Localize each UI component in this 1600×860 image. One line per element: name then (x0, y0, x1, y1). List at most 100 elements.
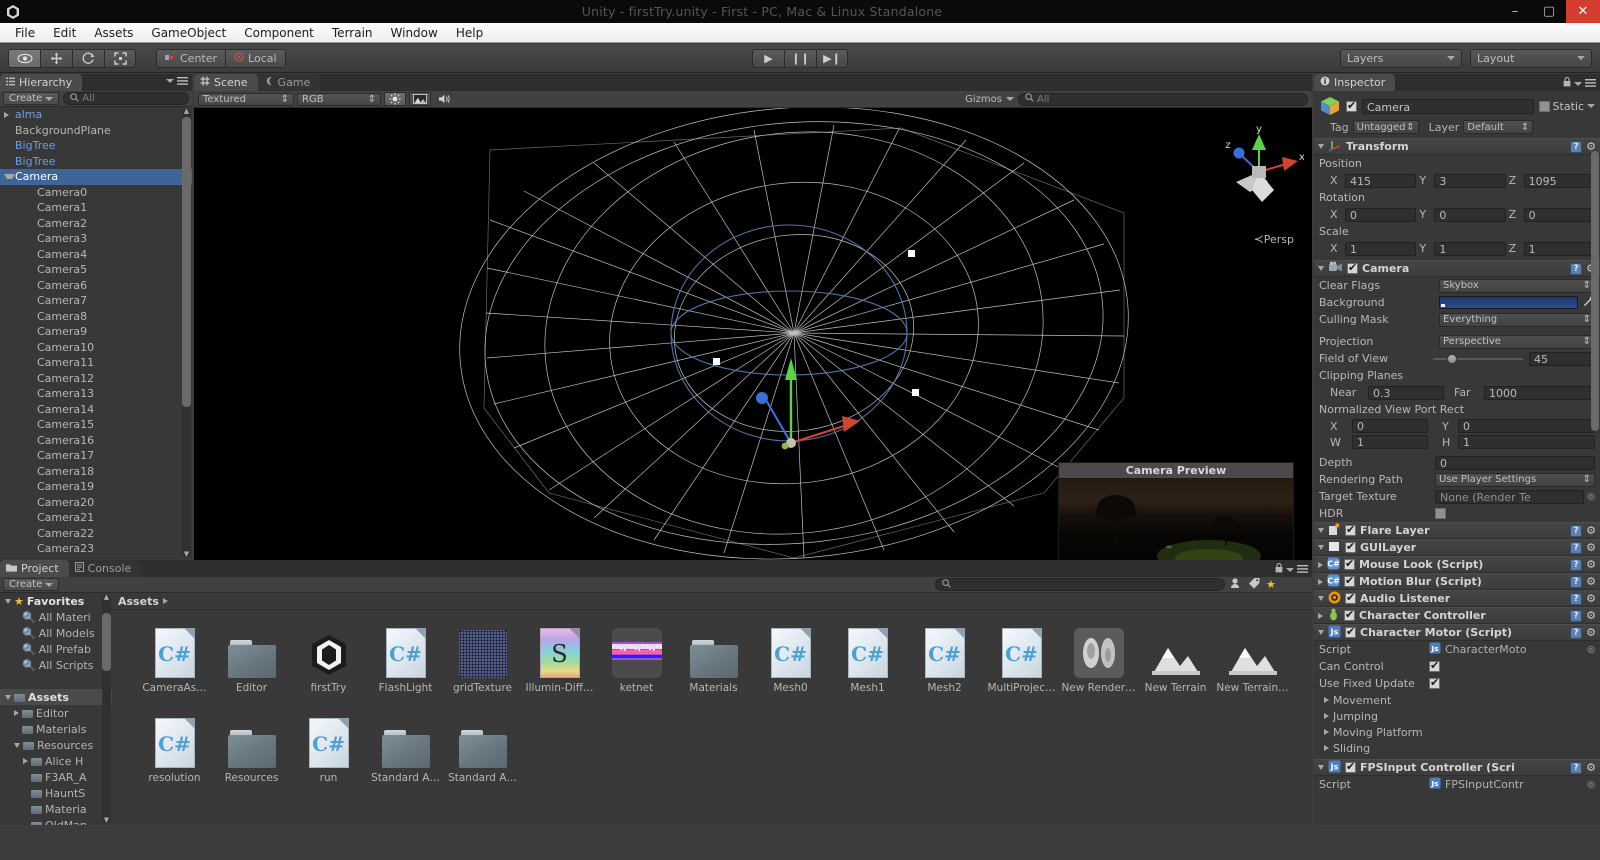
hierarchy-item-camera5[interactable]: Camera5 (0, 262, 192, 278)
hierarchy-item-camera16[interactable]: Camera16 (0, 433, 192, 449)
hierarchy-item-backgroundplane[interactable]: BackgroundPlane (0, 123, 192, 139)
viewport-y-input[interactable]: 0 (1458, 419, 1595, 433)
projection-dropdown[interactable]: Perspective ⇕ (1439, 334, 1595, 349)
fov-slider[interactable] (1433, 353, 1523, 364)
object-picker-icon[interactable]: ◎ (1587, 780, 1595, 790)
chevron-right-icon[interactable] (1324, 729, 1329, 735)
pivot-local-button[interactable]: Local (225, 48, 286, 68)
chevron-down-icon[interactable] (1318, 266, 1324, 271)
component-header-mouse-look-script[interactable]: C#Mouse Look (Script)?⚙ (1314, 556, 1600, 573)
component-enabled-checkbox[interactable] (1344, 574, 1355, 587)
asset-item[interactable]: Standard A… (444, 706, 521, 796)
pivot-center-button[interactable]: Center (156, 48, 226, 68)
hierarchy-item-camera21[interactable]: Camera21 (0, 510, 192, 526)
gear-icon[interactable]: ⚙ (1586, 524, 1596, 537)
chevron-down-icon[interactable] (1318, 528, 1324, 533)
gear-icon[interactable]: ⚙ (1586, 761, 1596, 774)
hierarchy-menu-button[interactable] (166, 77, 188, 85)
culling-mask-dropdown[interactable]: Everything ⇕ (1439, 312, 1595, 327)
object-picker-icon[interactable]: ◎ (1587, 492, 1595, 502)
hierarchy-item-camera0[interactable]: Camera0 (0, 185, 192, 201)
component-header-camera[interactable]: Camera ? ⚙ (1314, 260, 1600, 277)
gameobject-enabled-checkbox[interactable] (1346, 99, 1357, 112)
asset-item[interactable]: Resources (213, 706, 290, 796)
hierarchy-item-camera23[interactable]: Camera23 (0, 541, 192, 557)
hierarchy-item-camera8[interactable]: Camera8 (0, 309, 192, 325)
asset-item[interactable]: New Terrain… (1214, 616, 1291, 706)
component-enabled-checkbox[interactable] (1345, 591, 1356, 604)
asset-item[interactable]: Editor (213, 616, 290, 706)
layout-dropdown[interactable]: Layout (1470, 48, 1592, 68)
chevron-down-icon[interactable] (1318, 765, 1324, 770)
tab-scene[interactable]: Scene (194, 74, 258, 91)
chevron-right-icon[interactable] (23, 758, 28, 764)
component-header-character-controller[interactable]: Character Controller?⚙ (1314, 607, 1600, 624)
project-tree-item-haunts[interactable]: HauntS (0, 785, 112, 801)
hierarchy-item-camera7[interactable]: Camera7 (0, 293, 192, 309)
chevron-right-icon[interactable] (14, 710, 19, 716)
chevron-down-icon[interactable] (14, 742, 20, 748)
asset-item[interactable]: C# Mesh1 (829, 616, 906, 706)
hierarchy-item-camera19[interactable]: Camera19 (0, 479, 192, 495)
hdr-checkbox[interactable] (1435, 508, 1446, 519)
lock-icon[interactable] (1563, 76, 1571, 90)
rotation-z-input[interactable]: 0 (1523, 207, 1595, 222)
asset-item[interactable]: New Terrain (1137, 616, 1214, 706)
chevron-down-icon[interactable] (1318, 630, 1324, 635)
hierarchy-scrollbar[interactable] (182, 109, 191, 557)
far-input[interactable]: 1000 (1484, 385, 1595, 400)
depth-input[interactable]: 0 (1435, 455, 1595, 470)
project-tree-item-editor[interactable]: Editor (0, 705, 112, 721)
hierarchy-item-camera22[interactable]: Camera22 (0, 526, 192, 542)
rotation-x-input[interactable]: 0 (1345, 207, 1417, 222)
project-tree-item-favorites[interactable]: ★ Favorites (0, 593, 112, 609)
chevron-right-icon[interactable] (1318, 561, 1323, 568)
hierarchy-item-bigtree[interactable]: BigTree (0, 138, 192, 154)
scale-z-input[interactable]: 1 (1523, 241, 1595, 256)
gizmos-dropdown[interactable]: Gizmos (965, 94, 1014, 105)
hierarchy-item-camera1[interactable]: Camera1 (0, 200, 192, 216)
project-search-input[interactable] (935, 578, 1225, 591)
render-mode-dropdown[interactable]: RGB ⇕ (297, 92, 381, 106)
tab-game[interactable]: Game (257, 74, 321, 91)
component-header-flare-layer[interactable]: Flare Layer?⚙ (1314, 522, 1600, 539)
hierarchy-item-camera12[interactable]: Camera12 (0, 371, 192, 387)
cm-script-value[interactable]: CharacterMoto (1445, 643, 1587, 656)
project-tree[interactable]: ★ Favorites 🔍 All Materi 🔍 All Models 🔍 All Pre… (0, 593, 112, 825)
component-header-guilayer[interactable]: GUILayer?⚙ (1314, 539, 1600, 556)
scroll-up-arrow-icon[interactable]: ▲ (102, 593, 111, 602)
help-icon[interactable]: ? (1570, 140, 1583, 153)
cm-section-moving-platform[interactable]: Moving Platform (1314, 724, 1600, 740)
step-button[interactable]: ▶❙ (816, 48, 848, 68)
component-enabled-checkbox[interactable] (1345, 540, 1356, 553)
project-tree-scrollbar[interactable] (102, 595, 111, 823)
viewport-h-input[interactable]: 1 (1458, 435, 1595, 449)
scale-y-input[interactable]: 1 (1434, 241, 1506, 256)
layers-dropdown[interactable]: Layers (1340, 48, 1462, 68)
fps-input-enabled-checkbox[interactable] (1345, 760, 1356, 773)
chevron-right-icon[interactable] (1318, 578, 1323, 585)
gear-icon[interactable]: ⚙ (1586, 609, 1596, 622)
menu-help[interactable]: Help (447, 24, 492, 42)
position-y-input[interactable]: 3 (1434, 173, 1506, 188)
help-icon[interactable]: ? (1570, 541, 1583, 554)
fov-input[interactable]: 45 (1529, 351, 1595, 366)
rotation-y-input[interactable]: 0 (1434, 207, 1506, 222)
breadcrumb-assets[interactable]: Assets (118, 595, 159, 608)
near-input[interactable]: 0.3 (1368, 385, 1444, 400)
menu-terrain[interactable]: Terrain (323, 24, 382, 42)
camera-enabled-checkbox[interactable] (1347, 261, 1358, 274)
gameobject-name-input[interactable]: Camera (1362, 98, 1534, 114)
hierarchy-item-camera4[interactable]: Camera4 (0, 247, 192, 263)
hierarchy-item-camera20[interactable]: Camera20 (0, 495, 192, 511)
chevron-down-icon[interactable] (5, 598, 11, 604)
hierarchy-item-camera13[interactable]: Camera13 (0, 386, 192, 402)
close-button[interactable]: ✕ (1566, 0, 1600, 23)
hierarchy-item-alma[interactable]: alma (0, 107, 192, 123)
project-tree-item-assets[interactable]: Assets (0, 689, 112, 705)
gear-icon[interactable]: ⚙ (1586, 541, 1596, 554)
project-grid[interactable]: Assets C# CameraAs… Editor firstTry C# FlashL… (112, 593, 1312, 825)
asset-item[interactable]: C# FlashLight (367, 616, 444, 706)
project-tree-item-all-prefab[interactable]: 🔍 All Prefab (0, 641, 112, 657)
project-tree-item-materials[interactable]: Materials (0, 721, 112, 737)
